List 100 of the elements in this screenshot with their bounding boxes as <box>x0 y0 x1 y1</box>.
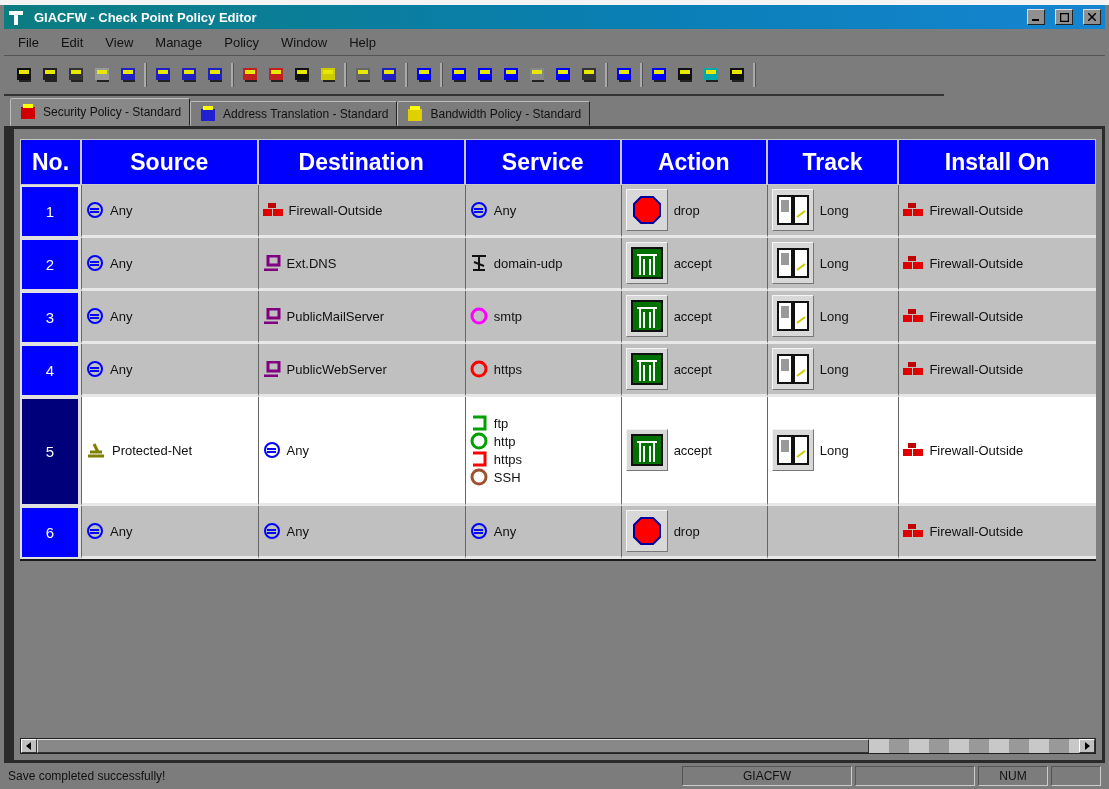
column-header[interactable]: Install On <box>898 139 1096 185</box>
toolbar-icon[interactable] <box>266 65 286 85</box>
firewall-icon <box>903 256 924 270</box>
object-name: Any <box>493 522 517 540</box>
toolbar-icon[interactable] <box>153 65 173 85</box>
toolbar-icon[interactable] <box>205 65 225 85</box>
close-button[interactable] <box>1083 9 1101 25</box>
maximize-button[interactable] <box>1055 9 1073 25</box>
globe-icon <box>86 254 104 272</box>
object-name: Any <box>286 522 309 540</box>
toolbar-icon[interactable] <box>179 65 199 85</box>
menu-item[interactable]: Help <box>349 34 376 50</box>
policy-icon <box>19 103 37 121</box>
rule-number[interactable]: 4 <box>20 344 81 397</box>
rule-number[interactable]: 1 <box>20 185 81 238</box>
toolbar-icon[interactable] <box>475 65 495 85</box>
object-name: SSH <box>493 468 521 486</box>
object-name: smtp <box>493 307 522 325</box>
toolbar-icon[interactable] <box>527 65 547 85</box>
object-name: https <box>493 360 522 378</box>
menu-item[interactable]: Policy <box>224 34 259 50</box>
column-header[interactable]: No. <box>20 139 81 185</box>
object-name: Any <box>110 522 133 540</box>
column-header[interactable]: Service <box>464 139 621 185</box>
toolbar-icon[interactable] <box>240 65 260 85</box>
column-header[interactable]: Destination <box>257 139 465 185</box>
toolbar-icon[interactable] <box>553 65 573 85</box>
toolbar-icon[interactable] <box>501 65 521 85</box>
toolbar-icon[interactable] <box>118 65 138 85</box>
action-name: drop <box>673 522 700 540</box>
object-name: Any <box>110 360 133 378</box>
policy-tab[interactable]: Bandwidth Policy - Standard <box>397 101 591 126</box>
menu-item[interactable]: Window <box>281 34 328 50</box>
policy-tab[interactable]: Security Policy - Standard <box>10 98 191 126</box>
toolbar-icon[interactable] <box>701 65 721 85</box>
log-icon <box>771 348 814 390</box>
scroll-left-button[interactable] <box>21 739 37 753</box>
globe-icon <box>469 201 488 219</box>
toolbar-icon[interactable] <box>579 65 599 85</box>
status-message: Save completed successfully! <box>8 769 167 783</box>
column-header[interactable]: Source <box>81 139 258 185</box>
rule-number[interactable]: 3 <box>20 291 81 344</box>
object-name: PublicWebServer <box>286 360 387 378</box>
menu-item[interactable]: View <box>105 34 134 50</box>
toolbar-icon[interactable] <box>14 65 34 85</box>
track-name: Long <box>819 254 849 272</box>
column-header[interactable]: Action <box>620 139 767 185</box>
firewall-icon <box>903 309 924 323</box>
object-name: Firewall-Outside <box>929 522 1024 540</box>
rule-number[interactable]: 5 <box>20 397 81 506</box>
firewall-icon <box>262 203 283 217</box>
object-name: Firewall-Outside <box>929 360 1024 378</box>
firewall-icon <box>903 362 924 376</box>
toolbar-icon[interactable] <box>727 65 747 85</box>
host-icon <box>262 361 281 377</box>
policy-icon <box>406 104 425 123</box>
log-icon <box>771 429 814 471</box>
policy-tab[interactable]: Address Translation - Standard <box>190 101 398 126</box>
status-pane: GIACFW <box>682 766 852 786</box>
globe-icon <box>86 522 104 540</box>
host-icon <box>262 308 281 324</box>
toolbar-icon[interactable] <box>353 65 373 85</box>
object-name: https <box>493 450 522 468</box>
toolbar-icon[interactable] <box>379 65 399 85</box>
object-name: Firewall-Outside <box>929 201 1024 219</box>
toolbar-icon[interactable] <box>292 65 312 85</box>
toolbar-icon[interactable] <box>649 65 669 85</box>
toolbar-icon[interactable] <box>449 65 469 85</box>
window-title: GIACFW - Check Point Policy Editor <box>34 9 258 25</box>
scroll-right-button[interactable] <box>1079 739 1095 753</box>
toolbar-icon[interactable] <box>66 65 86 85</box>
log-icon <box>771 189 814 231</box>
object-name: Any <box>286 441 309 459</box>
close-icon <box>1088 13 1096 21</box>
firewall-icon <box>903 443 924 457</box>
toolbar-icon[interactable] <box>414 65 434 85</box>
firewall-icon <box>903 203 924 217</box>
network-icon <box>86 442 106 458</box>
object-name: Any <box>493 201 517 219</box>
object-name: Protected-Net <box>112 441 193 459</box>
rule-number[interactable]: 6 <box>20 506 81 559</box>
action-name: accept <box>673 307 712 325</box>
maximize-icon <box>1059 12 1069 22</box>
object-name: Any <box>110 307 133 325</box>
horizontal-scrollbar[interactable] <box>20 738 1096 754</box>
minimize-button[interactable] <box>1027 9 1045 25</box>
rule-number[interactable]: 2 <box>20 238 81 291</box>
toolbar-icon[interactable] <box>318 65 338 85</box>
track-name: Long <box>819 441 849 459</box>
toolbar-icon[interactable] <box>92 65 112 85</box>
column-header[interactable]: Track <box>766 139 899 185</box>
toolbar-icon[interactable] <box>614 65 634 85</box>
toolbar-icon[interactable] <box>40 65 60 85</box>
menu-item[interactable]: Edit <box>60 34 84 50</box>
globe-icon <box>86 201 104 219</box>
host-icon <box>262 255 281 271</box>
toolbar-icon[interactable] <box>675 65 695 85</box>
track-name: Long <box>819 360 849 378</box>
menu-item[interactable]: File <box>18 34 39 50</box>
menu-item[interactable]: Manage <box>155 34 203 50</box>
